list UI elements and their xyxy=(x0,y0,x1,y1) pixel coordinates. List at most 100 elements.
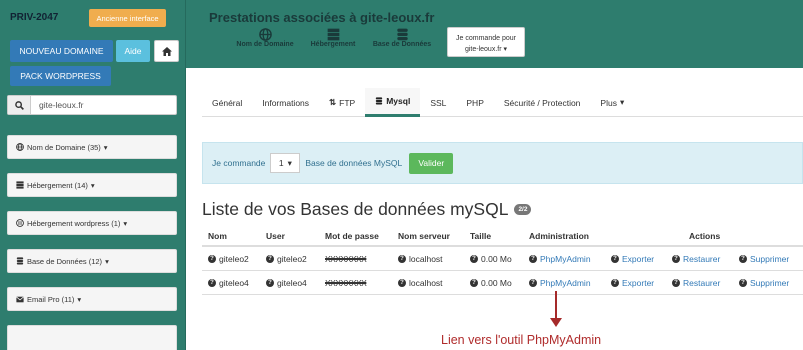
count-badge: 2/2 xyxy=(514,204,532,215)
domain-search xyxy=(7,95,177,115)
search-input[interactable] xyxy=(31,96,176,114)
order-prefix: Je commande xyxy=(212,158,266,168)
home-icon xyxy=(161,46,172,56)
svg-text:W: W xyxy=(18,221,23,227)
header-link-hosting[interactable]: Hébergement xyxy=(305,27,361,48)
annotation-arrow-head xyxy=(550,318,562,327)
envelope-icon xyxy=(16,296,24,302)
restore-label: Restaurer xyxy=(683,253,721,264)
restore-link[interactable]: ? Restaurer xyxy=(672,271,720,294)
question-icon[interactable]: ? xyxy=(266,254,274,263)
question-icon: ? xyxy=(739,254,747,263)
new-domain-button[interactable]: NOUVEAU DOMAINE xyxy=(10,40,113,62)
sidebar-item-label: Hébergement wordpress (1) xyxy=(27,218,121,228)
question-icon[interactable]: ? xyxy=(208,278,216,287)
password-cell: XXXXXXXX xyxy=(325,247,367,270)
name-cell: ? giteleo2 xyxy=(208,247,249,270)
column-header: Nom serveur xyxy=(398,230,450,241)
delete-link[interactable]: ? Supprimer xyxy=(739,271,789,294)
globe-icon xyxy=(258,27,272,41)
delete-label: Supprimer xyxy=(750,277,790,288)
tab-label: SSL xyxy=(430,97,447,108)
phpmyadmin-link[interactable]: ? PhpMyAdmin xyxy=(529,271,591,294)
caret-down-icon: ▾ xyxy=(77,294,82,304)
question-icon: ? xyxy=(529,278,537,287)
delete-link[interactable]: ? Supprimer xyxy=(739,247,789,270)
question-icon[interactable]: ? xyxy=(398,278,406,287)
sidebar-item-label: Email Pro (11) xyxy=(27,294,75,304)
db-size: 0.00 Mo xyxy=(481,277,512,288)
phpmyadmin-link[interactable]: ? PhpMyAdmin xyxy=(529,247,591,270)
tab-php[interactable]: PHP xyxy=(456,88,493,117)
command-for-label: Je commande pour xyxy=(456,35,516,42)
order-suffix: Base de données MySQL xyxy=(305,158,403,168)
search-icon xyxy=(8,96,31,114)
caret-down-icon: ▾ xyxy=(619,97,625,107)
phpmyadmin-label: PhpMyAdmin xyxy=(540,277,591,288)
database-icon xyxy=(376,97,383,105)
question-icon[interactable]: ? xyxy=(470,254,478,263)
column-header: Actions xyxy=(689,230,721,241)
column-header: Taille xyxy=(470,230,492,241)
submit-button[interactable]: Valider xyxy=(409,152,454,174)
question-icon[interactable]: ? xyxy=(266,278,274,287)
sidebar-item-email[interactable]: Email Pro (11) ▾ xyxy=(7,287,177,311)
database-icon xyxy=(396,28,408,40)
column-header: Nom xyxy=(208,230,227,241)
user-cell: ? giteleo2 xyxy=(266,247,307,270)
db-user: giteleo2 xyxy=(277,253,307,264)
wordpress-pack-button[interactable]: PACK WORDPRESS xyxy=(10,66,111,86)
question-icon[interactable]: ? xyxy=(470,278,478,287)
export-label: Exporter xyxy=(622,253,655,264)
db-name: giteleo4 xyxy=(219,277,249,288)
db-size: 0.00 Mo xyxy=(481,253,512,264)
delete-label: Supprimer xyxy=(750,253,790,264)
export-label: Exporter xyxy=(622,277,655,288)
db-server: localhost xyxy=(409,253,443,264)
question-icon[interactable]: ? xyxy=(208,254,216,263)
sidebar-item-label: Hébergement (14) xyxy=(27,180,88,190)
tab-more[interactable]: Plus ▾ xyxy=(590,88,634,117)
database-table: Nom User Mot de passe Nom serveur Taille… xyxy=(202,226,803,295)
quantity-select[interactable]: 1 ▾ xyxy=(270,153,301,173)
export-link[interactable]: ? Exporter xyxy=(611,271,654,294)
server-icon xyxy=(16,181,24,189)
caret-down-icon: ▾ xyxy=(287,157,292,168)
tab-security[interactable]: Sécurité / Protection xyxy=(494,88,591,117)
header-link-domain[interactable]: Nom de Domaine xyxy=(233,27,297,48)
home-button[interactable] xyxy=(154,40,179,62)
db-name: giteleo2 xyxy=(219,253,249,264)
tab-bar: Général Informations ⇅ FTP Mysql SSL PHP … xyxy=(202,88,803,117)
tab-informations[interactable]: Informations xyxy=(252,88,319,117)
question-icon: ? xyxy=(739,278,747,287)
password-cell: XXXXXXXX xyxy=(325,271,367,294)
question-icon: ? xyxy=(611,278,619,287)
tab-label: FTP xyxy=(339,97,356,108)
sidebar-item-wordpress-hosting[interactable]: W Hébergement wordpress (1) ▾ xyxy=(7,211,177,235)
export-link[interactable]: ? Exporter xyxy=(611,247,654,270)
question-icon: ? xyxy=(672,254,680,263)
sidebar-item-databases[interactable]: Base de Données (12) ▾ xyxy=(7,249,177,273)
old-interface-button[interactable]: Ancienne interface xyxy=(89,9,166,27)
tab-label: Plus xyxy=(600,97,617,108)
tab-ftp[interactable]: ⇅ FTP xyxy=(319,88,365,117)
db-password: XXXXXXXX xyxy=(325,253,367,264)
column-header: Administration xyxy=(529,230,589,241)
column-header: Mot de passe xyxy=(325,230,379,241)
transfer-icon: ⇅ xyxy=(329,97,337,107)
command-for-dropdown[interactable]: Je commande pour gite-leoux.fr ▾ xyxy=(447,27,525,57)
tab-mysql[interactable]: Mysql xyxy=(365,88,421,117)
restore-link[interactable]: ? Restaurer xyxy=(672,247,720,270)
question-icon[interactable]: ? xyxy=(398,254,406,263)
help-button[interactable]: Aide xyxy=(116,40,150,62)
sidebar-item-more[interactable] xyxy=(7,325,177,350)
tab-label: Général xyxy=(212,97,243,108)
sidebar-item-hosting[interactable]: Hébergement (14) ▾ xyxy=(7,173,177,197)
sidebar-item-domains[interactable]: Nom de Domaine (35) ▾ xyxy=(7,135,177,159)
wordpress-icon: W xyxy=(16,219,24,227)
tab-ssl[interactable]: SSL xyxy=(420,88,456,117)
tab-general[interactable]: Général xyxy=(202,88,252,117)
header-link-database[interactable]: Base de Données xyxy=(368,27,436,48)
annotation-text: Lien vers l'outil PhpMyAdmin xyxy=(441,333,602,347)
column-header: User xyxy=(266,230,285,241)
